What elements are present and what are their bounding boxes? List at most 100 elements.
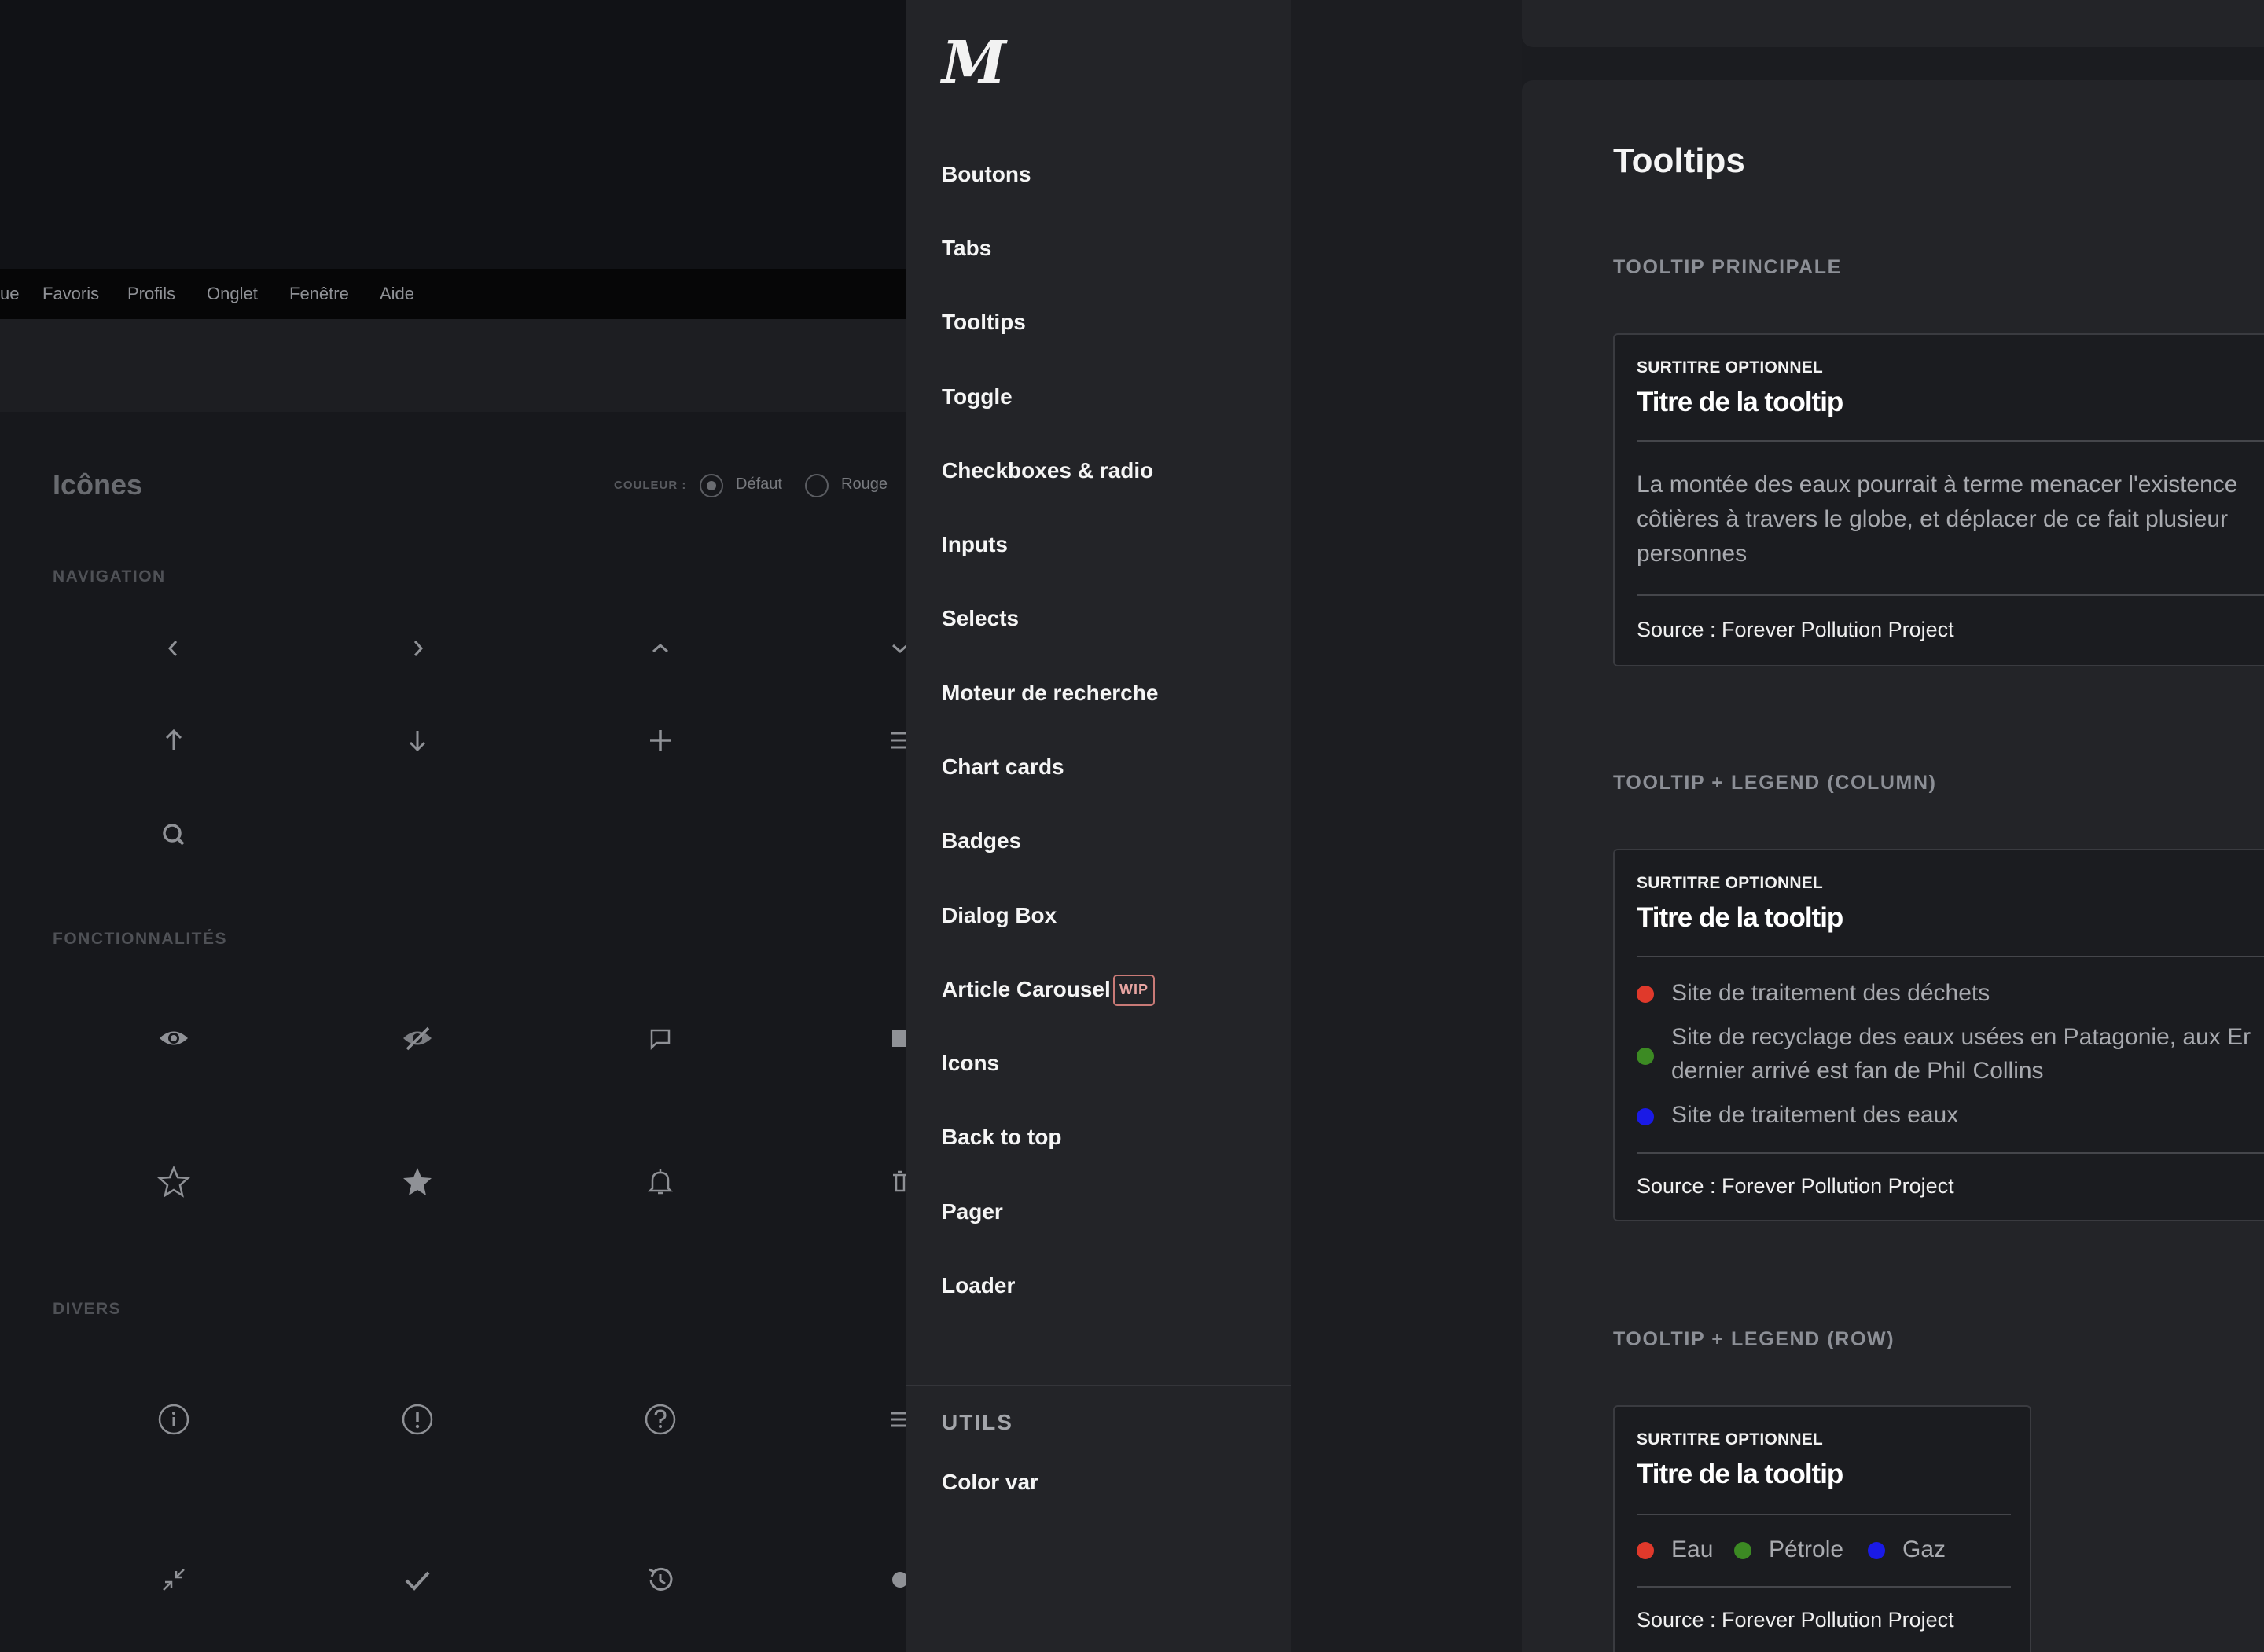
tooltip-overtitle: SURTITRE OPTIONNEL — [1637, 874, 1823, 892]
tooltip-overtitle: SURTITRE OPTIONNEL — [1637, 1430, 1823, 1448]
legend-label: Gaz — [1902, 1536, 1946, 1562]
section-divers: DIVERS — [53, 1300, 122, 1318]
section-label-tooltip-principale: TOOLTIP PRINCIPALE — [1613, 256, 1842, 278]
tooltip-legend-row: SURTITRE OPTIONNEL Titre de la tooltip E… — [1613, 1405, 2031, 1652]
tooltip-divider — [1637, 594, 2264, 596]
menu-bar: ue Favoris Profils Onglet Fenêtre Aide — [0, 269, 906, 319]
screen: ue Favoris Profils Onglet Fenêtre Aide I… — [0, 0, 2264, 1652]
bookmark-icon — [883, 1021, 906, 1055]
tooltip-title: Titre de la tooltip — [1637, 902, 1843, 933]
sidebar-item-pager[interactable]: Pager — [942, 1198, 1003, 1226]
logo[interactable]: M — [942, 31, 1006, 94]
menu-item-fenetre[interactable]: Fenêtre — [289, 269, 349, 319]
star-filled-icon — [400, 1164, 435, 1199]
legend-label: Site de traitement des déchets — [1671, 980, 1990, 1006]
legend-label: Site de traitement des eaux — [1671, 1102, 1959, 1128]
sidebar-item-selects[interactable]: Selects — [942, 604, 1019, 633]
menu-item-favoris[interactable]: Favoris — [42, 269, 99, 319]
legend-label: Site de recyclage des eaux usées en Pata… — [1671, 1024, 2251, 1050]
sidebar-item-boutons[interactable]: Boutons — [942, 160, 1031, 189]
sidebar-item-badges[interactable]: Badges — [942, 827, 1021, 855]
legend-color-dot — [1734, 1542, 1751, 1559]
background-top-area — [0, 0, 906, 269]
sidebar-item-moteur-de-recherche[interactable]: Moteur de recherche — [942, 679, 1158, 707]
arrow-up-icon — [156, 723, 191, 758]
menu-item-onglet[interactable]: Onglet — [207, 269, 258, 319]
legend-label: Pétrole — [1769, 1536, 1844, 1562]
alert-icon — [400, 1402, 435, 1437]
sidebar-item-tooltips[interactable]: Tooltips — [942, 308, 1026, 336]
color-label: COULEUR : — [614, 479, 687, 492]
section-navigation: NAVIGATION — [53, 567, 166, 586]
section-label-tooltip-legend-column: TOOLTIP + LEGEND (COLUMN) — [1613, 772, 1937, 794]
legend-color-dot — [1637, 1108, 1654, 1125]
tooltip-overtitle: SURTITRE OPTIONNEL — [1637, 358, 1823, 376]
radio-red[interactable] — [805, 474, 829, 497]
tooltip-principale: SURTITRE OPTIONNEL Titre de la tooltip L… — [1613, 333, 2264, 666]
plus-icon — [643, 723, 678, 758]
sidebar-item-color-var[interactable]: Color var — [942, 1468, 1038, 1496]
legend-color-dot — [1868, 1542, 1885, 1559]
radio-default[interactable] — [700, 474, 723, 497]
sidebar-item-tabs[interactable]: Tabs — [942, 234, 991, 262]
collapse-icon — [156, 1562, 191, 1597]
tooltip-title: Titre de la tooltip — [1637, 387, 1843, 417]
radio-red-label: Rouge — [841, 475, 888, 493]
tooltip-title: Titre de la tooltip — [1637, 1459, 1843, 1489]
section-label-tooltip-legend-row: TOOLTIP + LEGEND (ROW) — [1613, 1328, 1895, 1350]
sidebar-divider — [906, 1385, 1291, 1386]
sidebar-item-chart-cards[interactable]: Chart cards — [942, 753, 1064, 781]
eye-off-icon — [400, 1021, 435, 1055]
tooltip-source: Source : Forever Pollution Project — [1637, 1608, 1954, 1632]
contrast-icon — [883, 1562, 906, 1597]
previous-card — [1522, 0, 2264, 47]
legend-label: Eau — [1671, 1536, 1714, 1562]
tooltip-divider — [1637, 1586, 2011, 1588]
tooltip-divider — [1637, 1152, 2264, 1154]
background-toolbar — [0, 319, 906, 412]
tooltip-source: Source : Forever Pollution Project — [1637, 1174, 1954, 1198]
legend-color-dot — [1637, 986, 1654, 1003]
sidebar-item-toggle[interactable]: Toggle — [942, 383, 1013, 411]
history-icon — [643, 1562, 678, 1597]
search-icon — [156, 817, 191, 852]
sidebar: M Boutons Tabs Tooltips Toggle Checkboxe… — [906, 0, 1291, 1652]
chevron-down-icon — [883, 631, 906, 666]
chevron-left-icon — [156, 631, 191, 666]
sidebar-item-icons[interactable]: Icons — [942, 1049, 999, 1077]
tooltip-legend-column: SURTITRE OPTIONNEL Titre de la tooltip S… — [1613, 849, 2264, 1221]
list-icon — [883, 1402, 906, 1437]
sidebar-item-checkboxes-radio[interactable]: Checkboxes & radio — [942, 457, 1153, 485]
background-app-window: ue Favoris Profils Onglet Fenêtre Aide I… — [0, 0, 906, 1652]
sidebar-item-inputs[interactable]: Inputs — [942, 530, 1008, 559]
sidebar-item-back-to-top[interactable]: Back to top — [942, 1123, 1061, 1151]
trash-icon — [883, 1164, 906, 1199]
icons-page-title: Icônes — [53, 468, 143, 501]
tooltip-divider — [1637, 440, 2264, 442]
wip-badge: WIP — [1113, 975, 1155, 1006]
chevron-up-icon — [643, 631, 678, 666]
tooltip-body-line: côtières à travers le globe, et déplacer… — [1637, 506, 2229, 532]
sidebar-item-article-carousel[interactable]: Article Carousel — [942, 975, 1111, 1004]
radio-default-label: Défaut — [736, 475, 782, 493]
sidebar-item-dialog-box[interactable]: Dialog Box — [942, 901, 1057, 930]
background-content — [0, 412, 906, 1652]
menu-item-profils[interactable]: Profils — [127, 269, 175, 319]
tooltip-divider — [1637, 1514, 2011, 1515]
section-fonctionnalites: FONCTIONNALITÉS — [53, 930, 227, 948]
arrow-down-icon — [400, 723, 435, 758]
sidebar-item-loader[interactable]: Loader — [942, 1272, 1015, 1300]
tooltip-divider — [1637, 956, 2264, 957]
legend-label-continued: dernier arrivé est fan de Phil Collins — [1671, 1058, 2044, 1084]
content-gutter — [1291, 0, 1522, 1652]
tooltip-body-line: personnes — [1637, 541, 1748, 567]
comment-icon — [643, 1021, 678, 1055]
legend-color-dot — [1637, 1542, 1654, 1559]
menu-item-view[interactable]: ue — [0, 269, 19, 319]
eye-icon — [156, 1021, 191, 1055]
bell-icon — [643, 1164, 678, 1199]
star-outline-icon — [156, 1164, 191, 1199]
menu-item-aide[interactable]: Aide — [380, 269, 414, 319]
page-title: Tooltips — [1613, 141, 1745, 180]
legend-color-dot — [1637, 1048, 1654, 1065]
